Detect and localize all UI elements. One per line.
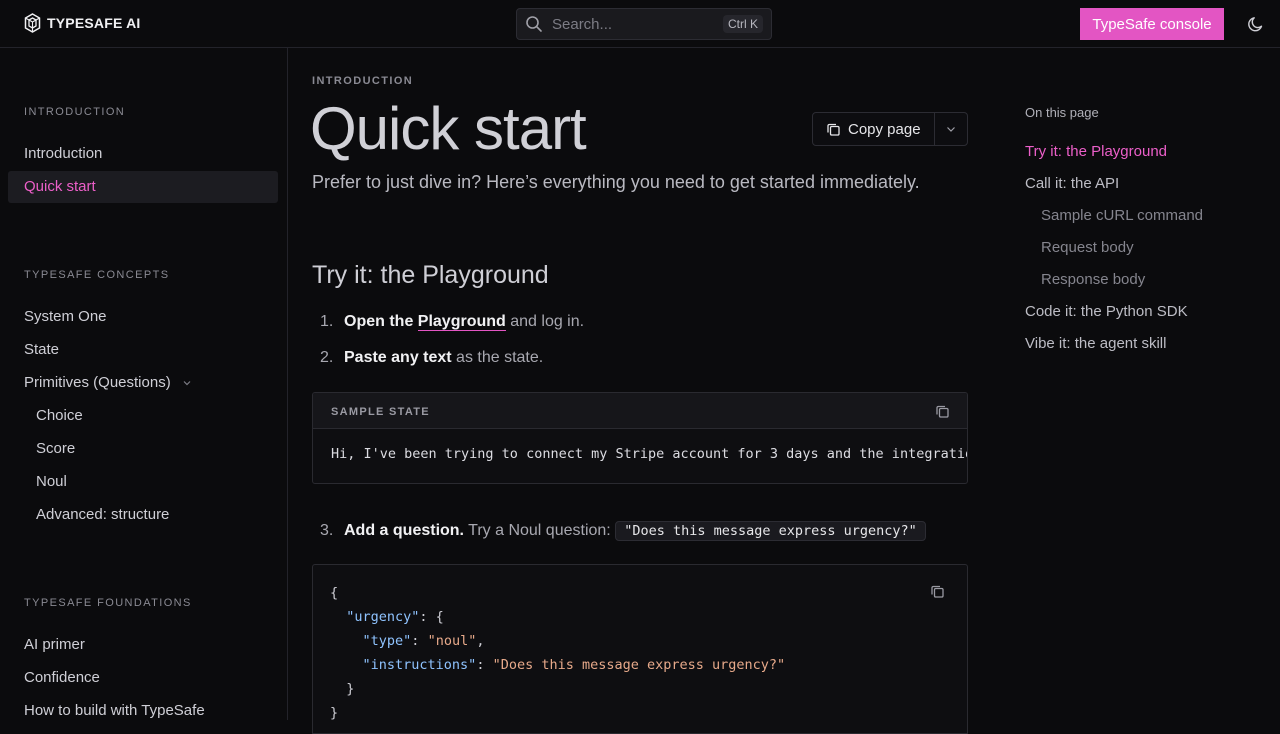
sidebar-item-introduction[interactable]: Introduction	[24, 145, 102, 162]
search-icon	[526, 16, 542, 32]
search-shortcut: Ctrl K	[723, 15, 763, 33]
sidebar-item-label: Primitives (Questions)	[24, 374, 171, 391]
step-item: 1. Open the Playground and log in.	[320, 313, 584, 331]
sidebar-item-choice[interactable]: Choice	[36, 407, 83, 424]
copy-icon[interactable]	[930, 584, 945, 599]
sidebar-item-quick-start[interactable]: Quick start	[8, 171, 278, 203]
sidebar-item-state[interactable]: State	[24, 341, 59, 358]
table-of-contents: On this page Try it: the Playground Call…	[992, 48, 1280, 720]
card-title: SAMPLE STATE	[331, 406, 430, 418]
sidebar-item-advanced-structure[interactable]: Advanced: structure	[36, 506, 169, 523]
typesafe-console-button[interactable]: TypeSafe console	[1080, 8, 1224, 40]
main-content: INTRODUCTION Quick start Copy page Prefe…	[288, 48, 992, 734]
sidebar-item-primitives[interactable]: Primitives (Questions)	[24, 374, 191, 391]
sidebar-item-ai-primer[interactable]: AI primer	[24, 636, 85, 653]
copy-page-action[interactable]: Copy page	[813, 113, 935, 145]
step-text: Try a Noul question:	[464, 522, 616, 539]
json-code-block: { "urgency": { "type": "noul", "instruct…	[312, 564, 968, 734]
search-placeholder: Search...	[552, 15, 613, 33]
toc-title: On this page	[1025, 105, 1099, 120]
toc-item-call-it[interactable]: Call it: the API	[1025, 175, 1119, 192]
inline-code: "Does this message express urgency?"	[615, 521, 926, 541]
toc-item-try-it[interactable]: Try it: the Playground	[1025, 143, 1167, 160]
sidebar-section-title: INTRODUCTION	[24, 106, 126, 118]
playground-link[interactable]: Playground	[417, 313, 506, 331]
sidebar-item-confidence[interactable]: Confidence	[24, 669, 100, 686]
copy-page-label: Copy page	[848, 120, 921, 138]
sample-state-text: Hi, I've been trying to connect my Strip…	[331, 446, 967, 462]
section-heading: Try it: the Playground	[312, 261, 549, 289]
step-number: 2.	[320, 349, 334, 366]
brand-logo[interactable]: TYPESAFE AI	[24, 13, 140, 33]
top-bar: TYPESAFE AI Search... Ctrl K TypeSafe co…	[0, 0, 1280, 48]
step-number: 3.	[320, 522, 334, 539]
json-code: { "urgency": { "type": "noul", "instruct…	[330, 585, 786, 721]
step-number: 1.	[320, 313, 334, 330]
step-bold: Paste any text	[344, 349, 452, 366]
toc-item-agent-skill[interactable]: Vibe it: the agent skill	[1025, 335, 1166, 352]
step-bold: Open the	[344, 313, 418, 330]
step-bold: Add a question.	[344, 522, 464, 539]
moon-icon[interactable]	[1247, 15, 1265, 33]
breadcrumb: INTRODUCTION	[312, 75, 414, 87]
sidebar-item-noul[interactable]: Noul	[36, 473, 67, 490]
brand-name: TYPESAFE AI	[47, 15, 141, 31]
copy-options-dropdown[interactable]	[935, 113, 967, 145]
logo-icon	[24, 13, 41, 33]
sidebar: INTRODUCTION Introduction Quick start TY…	[0, 48, 288, 720]
search-input[interactable]: Search... Ctrl K	[516, 8, 772, 40]
step-text: as the state.	[451, 349, 544, 366]
toc-item-response-body[interactable]: Response body	[1041, 271, 1145, 288]
sidebar-item-system-one[interactable]: System One	[24, 308, 107, 325]
chevron-down-icon	[947, 127, 955, 132]
sidebar-item-label: Quick start	[24, 178, 96, 195]
copy-page-button: Copy page	[812, 112, 968, 146]
copy-icon[interactable]	[935, 404, 950, 419]
page-title: Quick start	[310, 95, 587, 162]
step-item: 2. Paste any text as the state.	[320, 349, 543, 367]
step-item: 3. Add a question. Try a Noul question: "…	[320, 521, 926, 541]
sidebar-section-title: TYPESAFE FOUNDATIONS	[24, 597, 192, 609]
toc-item-request-body[interactable]: Request body	[1041, 239, 1134, 256]
sidebar-section-title: TYPESAFE CONCEPTS	[24, 269, 170, 281]
toc-item-curl[interactable]: Sample cURL command	[1041, 207, 1203, 224]
sidebar-item-how-to-build[interactable]: How to build with TypeSafe	[24, 702, 205, 719]
toc-item-python-sdk[interactable]: Code it: the Python SDK	[1025, 303, 1188, 320]
copy-icon	[827, 123, 840, 136]
chevron-down-icon[interactable]	[183, 379, 191, 387]
sample-state-card: SAMPLE STATE Hi, I've been trying to con…	[312, 392, 968, 484]
step-text: and log in.	[505, 313, 585, 330]
card-header: SAMPLE STATE	[313, 393, 967, 429]
page-description: Prefer to just dive in? Here’s everythin…	[312, 172, 920, 192]
sidebar-item-score[interactable]: Score	[36, 440, 75, 457]
